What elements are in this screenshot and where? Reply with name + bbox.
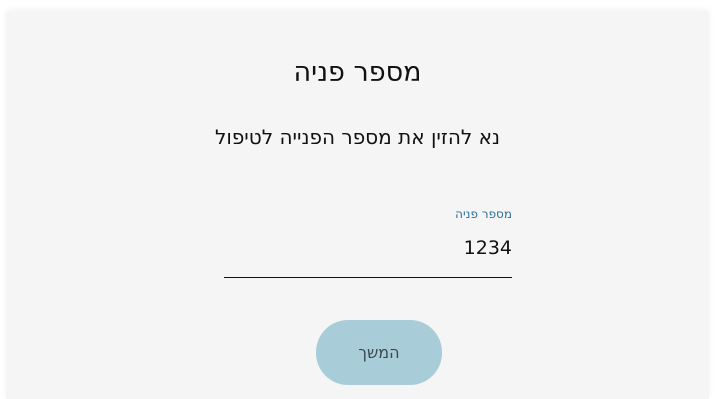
case-number-field: מספר פניה bbox=[224, 203, 512, 289]
case-number-input[interactable] bbox=[224, 236, 512, 260]
form-card: מספר פניה נא להזין את מספר הפנייה לטיפול… bbox=[6, 12, 709, 399]
field-underline bbox=[224, 277, 512, 278]
case-number-label: מספר פניה bbox=[455, 207, 512, 221]
continue-button[interactable]: המשך bbox=[316, 320, 442, 385]
page-title: מספר פניה bbox=[293, 57, 422, 88]
instructions-text: נא להזין את מספר הפנייה לטיפול bbox=[215, 125, 500, 149]
